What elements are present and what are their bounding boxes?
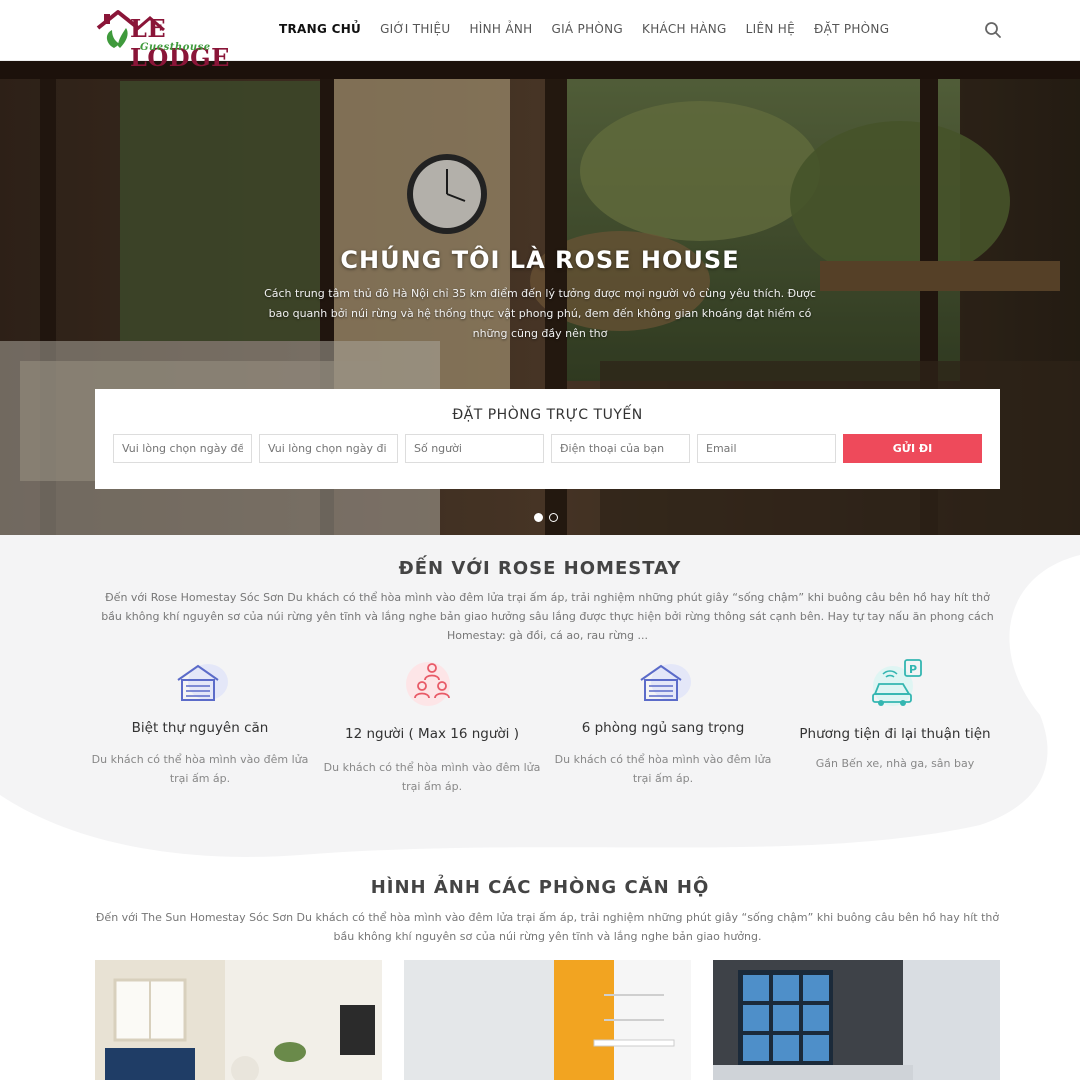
- feature-villa: Biệt thự nguyên căn Du khách có thể hòa …: [90, 658, 310, 788]
- room-photo-bedroom: [713, 960, 1000, 1080]
- gallery-image-1[interactable]: [95, 960, 382, 1080]
- email-input[interactable]: [697, 434, 836, 463]
- hero-title: CHÚNG TÔI LÀ ROSE HOUSE: [340, 246, 740, 274]
- feature-title: 6 phòng ngủ sang trọng: [581, 720, 745, 736]
- feature-title: Biệt thự nguyên căn: [131, 720, 269, 736]
- nav-item-customers[interactable]: KHÁCH HÀNG: [642, 22, 727, 36]
- search-icon[interactable]: [984, 21, 1002, 39]
- guest-count-input[interactable]: [405, 434, 544, 463]
- nav-item-booking[interactable]: ĐẶT PHÒNG: [814, 22, 889, 36]
- feature-title: 12 người ( Max 16 người ): [345, 726, 519, 742]
- garage-house-icon: [177, 664, 228, 701]
- feature-description: Du khách có thể hòa mình vào đêm lửa trạ…: [554, 753, 772, 785]
- feature-guests: 12 người ( Max 16 người ) Du khách có th…: [322, 658, 542, 796]
- gallery-image-3[interactable]: [713, 960, 1000, 1080]
- nav-item-home[interactable]: TRANG CHỦ: [279, 22, 361, 36]
- feature-description: Du khách có thể hòa mình vào đêm lửa trạ…: [323, 761, 541, 793]
- hero-description: Cách trung tâm thủ đô Hà Nội chỉ 35 km đ…: [264, 287, 816, 340]
- feature-title: Phương tiện đi lại thuận tiện: [799, 726, 991, 742]
- nav-item-gallery[interactable]: HÌNH ẢNH: [469, 22, 532, 36]
- about-description: Đến với Rose Homestay Sóc Sơn Du khách c…: [101, 591, 994, 642]
- hero-slider: CHÚNG TÔI LÀ ROSE HOUSE Cách trung tâm t…: [0, 61, 1080, 535]
- feature-description: Gần Bến xe, nhà ga, sân bay: [815, 757, 975, 770]
- phone-input[interactable]: [551, 434, 690, 463]
- booking-title: ĐẶT PHÒNG TRỰC TUYẾN: [452, 407, 643, 423]
- nav-item-prices[interactable]: GIÁ PHÒNG: [551, 22, 623, 36]
- nav-item-about[interactable]: GIỚI THIỆU: [380, 22, 450, 36]
- slider-dot-1[interactable]: [534, 513, 543, 522]
- logo[interactable]: LE LODGE Guesthouse: [96, 8, 256, 72]
- feature-description: Du khách có thể hòa mình vào đêm lửa trạ…: [91, 753, 309, 785]
- gallery-description: Đến với The Sun Homestay Sóc Sơn Du khác…: [95, 911, 1000, 943]
- feature-transport: P Phương tiện đi lại thuận tiện Gần Bến …: [785, 658, 1005, 773]
- booking-form: ĐẶT PHÒNG TRỰC TUYẾN GỬI ĐI: [95, 389, 1000, 489]
- about-title: ĐẾN VỚI ROSE HOMESTAY: [398, 558, 682, 579]
- departure-date-input[interactable]: [259, 434, 398, 463]
- room-photo-living: [95, 960, 382, 1080]
- car-parking-icon: P: [872, 659, 922, 706]
- main-nav: TRANG CHỦ GIỚI THIỆU HÌNH ẢNH GIÁ PHÒNG …: [279, 22, 908, 36]
- arrival-date-input[interactable]: [113, 434, 252, 463]
- gallery-title: HÌNH ẢNH CÁC PHÒNG CĂN HỘ: [370, 877, 710, 898]
- site-header: LE LODGE Guesthouse TRANG CHỦ GIỚI THIỆU…: [0, 0, 1080, 72]
- gallery-image-2[interactable]: [404, 960, 691, 1080]
- slider-dot-2[interactable]: [549, 513, 558, 522]
- svg-text:P: P: [909, 663, 917, 676]
- logo-subtitle: Guesthouse: [140, 42, 211, 53]
- submit-button[interactable]: GỬI ĐI: [843, 434, 982, 463]
- people-group-icon: [406, 662, 450, 706]
- room-photo-office: [404, 960, 691, 1080]
- feature-bedrooms: 6 phòng ngủ sang trọng Du khách có thể h…: [553, 658, 773, 788]
- nav-item-contact[interactable]: LIÊN HỆ: [746, 22, 795, 36]
- garage-house-icon: [640, 664, 691, 701]
- slider-dots: [534, 513, 558, 522]
